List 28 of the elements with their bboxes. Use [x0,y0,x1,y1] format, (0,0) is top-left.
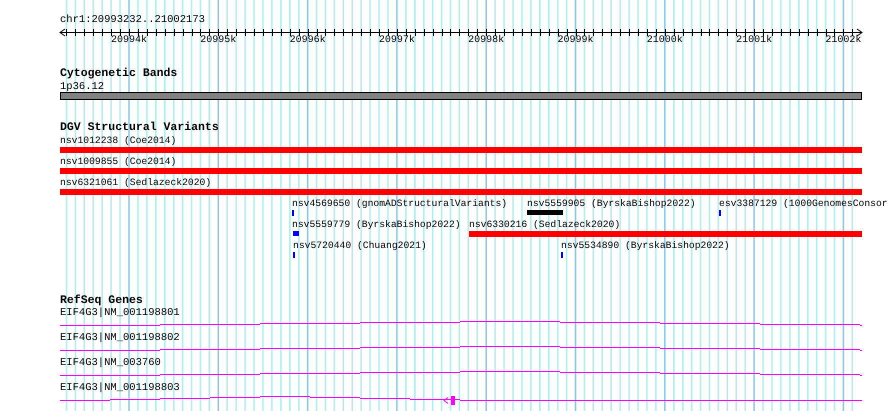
variant-label: nsv5534890 (ByrskaBishop2022) [561,240,730,252]
gene-label: EIF4G3|NM_001198803 [60,382,180,394]
gene-label: EIF4G3|NM_001198802 [60,332,180,344]
gene-label: EIF4G3|NM_003760 [60,357,161,369]
ruler-tick-label: 21002k [825,35,862,47]
ruler-tick-label: 21000k [646,35,683,47]
gene-label: EIF4G3|NM_001198801 [60,307,180,319]
track-title: Cytogenetic Bands [60,67,178,80]
track-title: RefSeq Genes [60,294,143,307]
variant-label: nsv1012238 (Coe2014) [60,135,176,147]
location-label: chr1:20993232..21002173 [60,14,205,27]
variant-label: esv3387129 (1000GenomesConsor [719,198,888,210]
variant-label: nsv1009855 (Coe2014) [60,156,176,168]
track-title: DGV Structural Variants [60,121,219,134]
ruler-tick-label: 20998k [468,35,504,47]
variant-label: nsv6330216 (Sedlazeck2020) [469,219,620,231]
variant-label: nsv5559905 (ByrskaBishop2022) [527,198,696,210]
ruler-tick-label: 20999k [558,35,594,47]
ruler-tick-label: 20994k [111,35,147,47]
variant-label: nsv5559779 (ByrskaBishop2022) [292,219,461,231]
ruler-tick-label: 20997k [378,35,415,47]
ruler-tick-label: 20995k [200,35,236,47]
variant-label: nsv5720440 (Chuang2021) [293,240,427,252]
ruler-tick-label: 21001k [736,35,772,47]
variant-label: nsv4569650 (gnomADStructuralVariants) [292,198,508,210]
variant-label: nsv6321061 (Sedlazeck2020) [60,177,212,189]
band-label: 1p36.12 [60,81,104,93]
ruler-tick-label: 20996k [290,35,326,47]
